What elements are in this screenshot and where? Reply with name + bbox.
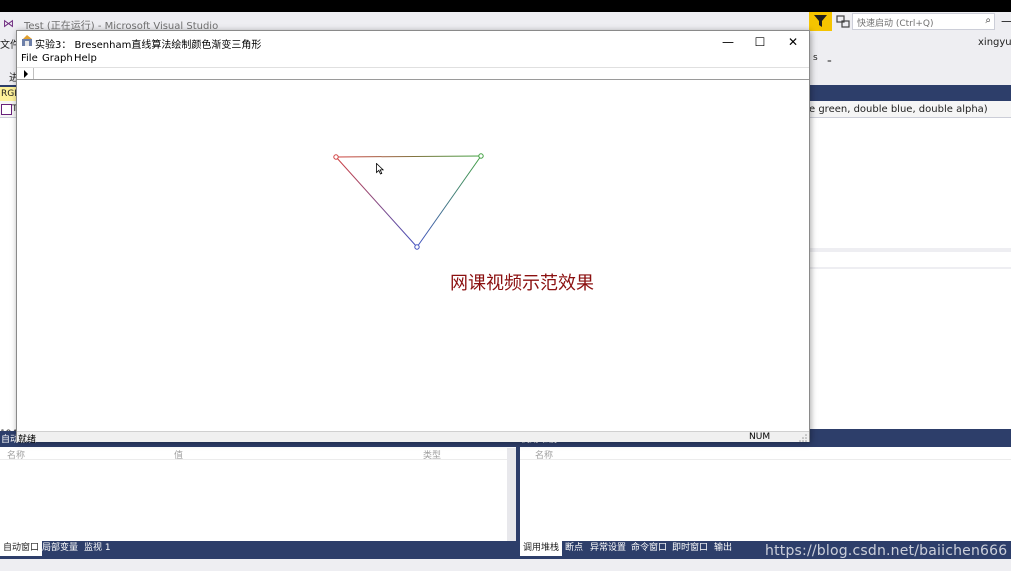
- vs-editor-divider: [809, 267, 1011, 269]
- drawing-canvas[interactable]: 网课视频示范效果: [17, 80, 809, 432]
- live-share-icon[interactable]: [836, 15, 850, 28]
- column-header-name[interactable]: 名称: [535, 448, 553, 461]
- autos-vertical-scrollbar[interactable]: [507, 448, 516, 541]
- search-icon[interactable]: ⌕: [985, 15, 991, 26]
- resize-grip-icon[interactable]: [799, 434, 807, 442]
- menu-graph[interactable]: Graph: [42, 53, 73, 64]
- menu-file[interactable]: File: [21, 53, 38, 64]
- quick-launch-input[interactable]: 快速启动 (Ctrl+Q) ⌕: [852, 13, 995, 30]
- play-icon[interactable]: [24, 70, 28, 78]
- tab-call-stack[interactable]: 调用堆栈: [520, 541, 563, 556]
- app-icon: [22, 35, 32, 46]
- minimize-button[interactable]: —: [712, 31, 744, 53]
- column-header-value[interactable]: 值: [174, 448, 183, 461]
- column-header-type[interactable]: 类型: [423, 448, 441, 461]
- vs-logo-icon: ⋈: [3, 17, 14, 30]
- triangle-edge-top: [335, 155, 482, 158]
- tab-breakpoints[interactable]: 断点: [562, 541, 586, 556]
- demo-caption: 网课视频示范效果: [450, 273, 594, 294]
- class-icon: [1, 104, 12, 115]
- tab-immediate-window[interactable]: 即时窗口: [669, 541, 711, 556]
- call-stack-panel: 调用堆栈 名称: [520, 434, 1011, 541]
- call-stack-column-headers: 名称: [520, 448, 1011, 461]
- tab-watch-1[interactable]: 监视 1: [81, 541, 114, 556]
- quick-launch-placeholder: 快速启动 (Ctrl+Q): [857, 19, 934, 29]
- filter-icon: [814, 15, 827, 27]
- vs-toolbar-overflow-icon[interactable]: ₌: [827, 56, 832, 66]
- vs-user-name[interactable]: xingyu n: [978, 37, 1011, 48]
- status-ready-text: 就绪: [18, 435, 37, 445]
- tab-command-window[interactable]: 命令窗口: [628, 541, 670, 556]
- app-toolbar: [17, 67, 809, 80]
- app-status-bar: 就绪 NUM: [17, 431, 809, 445]
- watermark-url: https://blog.csdn.net/baiichen666: [765, 543, 1008, 559]
- maximize-button[interactable]: ☐: [744, 31, 776, 53]
- tab-locals[interactable]: 局部变量: [39, 541, 81, 556]
- tab-output[interactable]: 输出: [711, 541, 735, 556]
- vs-document-tab[interactable]: RGB: [0, 87, 16, 101]
- vs-toolbar-dropdown[interactable]: s: [813, 53, 818, 63]
- notification-filter-button[interactable]: [809, 12, 832, 31]
- status-num-lock: NUM: [749, 432, 771, 442]
- vs-function-signature: e green, double blue, double alpha): [809, 104, 988, 115]
- triangle-vertex-green[interactable]: [478, 153, 484, 159]
- triangle-vertex-blue[interactable]: [414, 244, 420, 250]
- app-window: 实验3： Bresenham直线算法绘制颜色渐变三角形 — ☐ ✕ File G…: [16, 30, 810, 445]
- mouse-cursor-icon: [376, 163, 384, 175]
- triangle-edge-right: [416, 155, 482, 248]
- column-header-name[interactable]: 名称: [7, 448, 25, 461]
- menu-help[interactable]: Help: [74, 53, 97, 64]
- close-button[interactable]: ✕: [777, 31, 809, 53]
- triangle-drawing: [333, 153, 484, 250]
- tab-exception-settings[interactable]: 异常设置: [587, 541, 629, 556]
- autos-panel: 自动窗口 ▾ ⊥ ✕ 名称 值 类型: [0, 434, 516, 541]
- app-title-bar[interactable]: 实验3： Bresenham直线算法绘制颜色渐变三角形 — ☐ ✕: [17, 31, 809, 53]
- vs-panel-border: [809, 429, 1011, 432]
- vs-editor-splitter: [809, 248, 1011, 252]
- tab-autos[interactable]: 自动窗口: [0, 541, 43, 556]
- triangle-vertex-red[interactable]: [333, 154, 339, 160]
- autos-panel-tabs: 自动窗口 局部变量 监视 1: [0, 541, 516, 556]
- toolbar-separator: [33, 68, 34, 79]
- app-window-title: 实验3： Bresenham直线算法绘制颜色渐变三角形: [35, 40, 262, 51]
- app-menu-bar: File Graph Help: [17, 53, 809, 67]
- autos-column-headers: 名称 值 类型: [0, 448, 516, 461]
- vs-minimize-icon[interactable]: —: [1001, 14, 1011, 28]
